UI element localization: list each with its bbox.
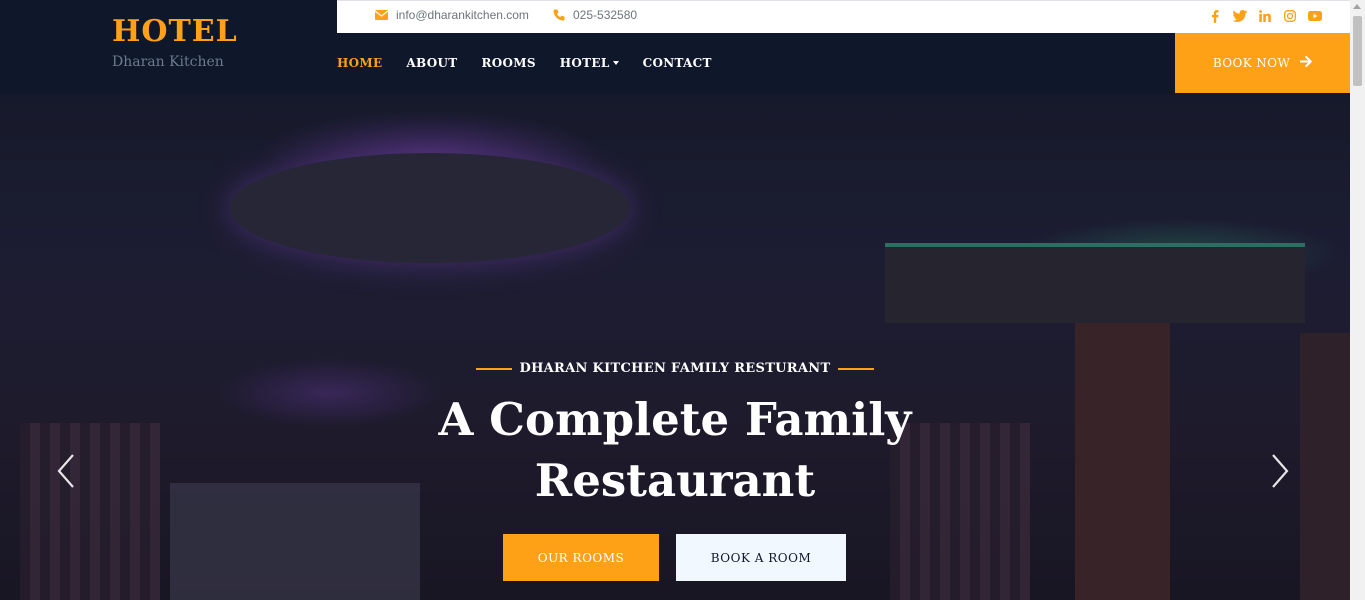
book-now-button[interactable]: BOOK NOW	[1175, 33, 1350, 93]
topbar: info@dharankitchen.com 025-532580	[337, 0, 1350, 33]
email-contact[interactable]: info@dharankitchen.com	[375, 8, 529, 22]
youtube-icon[interactable]	[1308, 9, 1322, 23]
brand-title: HOTEL	[112, 14, 238, 49]
brand-subtitle: Dharan Kitchen	[112, 54, 224, 70]
email-text: info@dharankitchen.com	[396, 8, 529, 22]
twitter-icon[interactable]	[1233, 9, 1247, 23]
arrow-right-icon	[1299, 56, 1312, 70]
hero-carousel: DHARAN KITCHEN FAMILY RESTURANT A Comple…	[0, 93, 1350, 600]
scroll-thumb[interactable]	[1353, 16, 1362, 86]
hero-headline: A Complete Family Restaurant	[438, 393, 912, 507]
instagram-icon[interactable]	[1283, 9, 1297, 23]
nav-item-hotel-label: HOTEL	[559, 56, 610, 70]
phone-icon	[553, 9, 565, 21]
page-scrollbar[interactable]	[1350, 0, 1365, 600]
caret-down-icon	[612, 61, 619, 65]
phone-text: 025-532580	[573, 8, 638, 22]
social-links	[1208, 9, 1322, 23]
phone-contact[interactable]: 025-532580	[553, 8, 637, 22]
hero-kicker: DHARAN KITCHEN FAMILY RESTURANT	[0, 361, 1350, 376]
nav-item-home[interactable]: HOME	[337, 56, 382, 70]
kicker-line-right	[838, 367, 875, 370]
nav-item-rooms[interactable]: ROOMS	[481, 56, 535, 70]
scroll-up-icon[interactable]	[1353, 4, 1361, 9]
hero-kicker-text: DHARAN KITCHEN FAMILY RESTURANT	[519, 361, 831, 376]
nav-item-hotel-dropdown[interactable]: HOTEL	[560, 56, 619, 70]
our-rooms-button[interactable]: OUR ROOMS	[503, 534, 659, 581]
kicker-line-left	[475, 367, 512, 370]
carousel-prev-icon[interactable]	[56, 453, 76, 489]
brand[interactable]: HOTEL Dharan Kitchen	[0, 0, 337, 93]
hero-caption: DHARAN KITCHEN FAMILY RESTURANT A Comple…	[0, 93, 1350, 600]
linkedin-icon[interactable]	[1258, 9, 1272, 23]
book-a-room-button[interactable]: BOOK A ROOM	[676, 534, 846, 581]
nav-menu: HOME ABOUT ROOMS HOTEL CONTACT	[337, 33, 736, 93]
nav-item-contact[interactable]: CONTACT	[643, 56, 712, 70]
envelope-icon	[375, 10, 388, 20]
nav-item-about[interactable]: ABOUT	[406, 56, 457, 70]
book-now-label: BOOK NOW	[1212, 56, 1291, 70]
main-navbar: HOME ABOUT ROOMS HOTEL CONTACT BOOK NOW	[337, 33, 1350, 93]
facebook-icon[interactable]	[1208, 9, 1222, 23]
carousel-next-icon[interactable]	[1270, 453, 1290, 489]
